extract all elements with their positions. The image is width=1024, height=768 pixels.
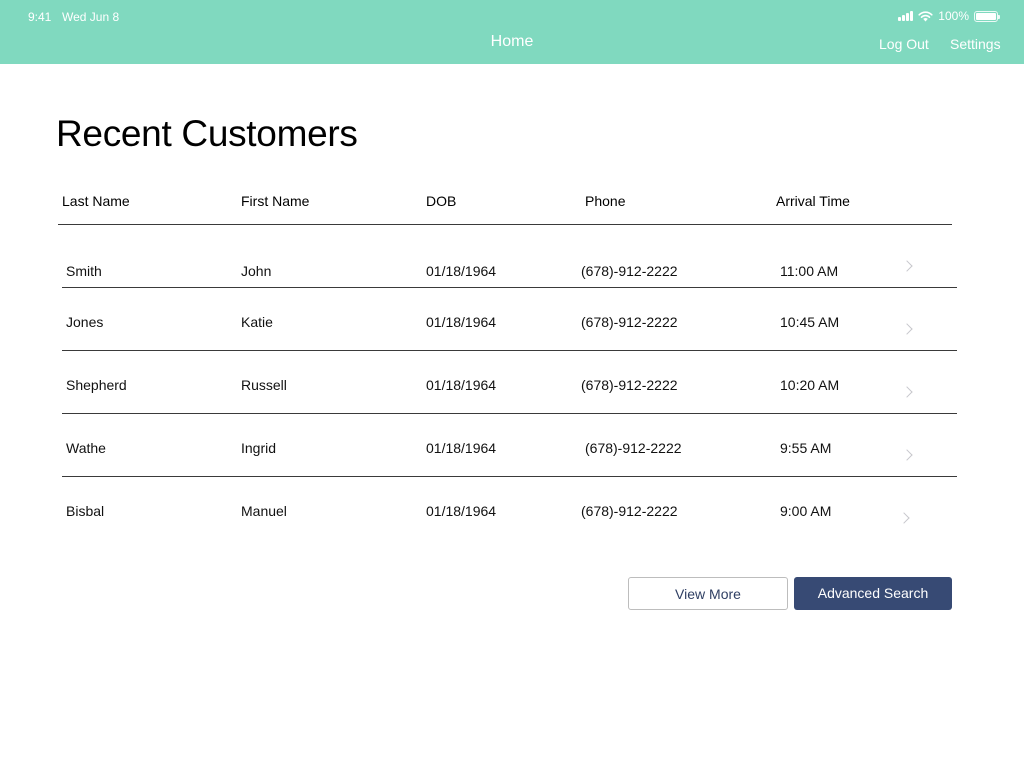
status-indicators: 100% <box>898 9 1000 23</box>
arrival-time-cell: 11:00 AM <box>780 263 839 279</box>
last-name-cell: Shepherd <box>66 377 127 393</box>
wifi-icon <box>918 10 933 21</box>
arrival-time-cell: 10:45 AM <box>780 314 840 330</box>
phone-cell: (678)-912-2222 <box>581 263 678 279</box>
last-name-cell: Wathe <box>66 440 106 456</box>
chevron-right-icon <box>901 386 913 398</box>
log-out-button[interactable]: Log Out <box>879 36 929 52</box>
customer-row[interactable]: Smith John 01/18/1964 (678)-912-2222 11:… <box>62 225 957 288</box>
chevron-right-icon <box>898 512 910 524</box>
page-title: Recent Customers <box>56 113 358 154</box>
battery-icon <box>974 10 1000 22</box>
arrival-time-cell: 10:20 AM <box>780 377 840 393</box>
arrival-time-cell: 9:00 AM <box>780 503 832 519</box>
column-header-phone: Phone <box>585 193 626 209</box>
first-name-cell: Russell <box>241 377 287 393</box>
column-header-first-name: First Name <box>241 193 310 209</box>
phone-cell: (678)-912-2222 <box>581 503 678 519</box>
phone-cell: (678)-912-2222 <box>581 377 678 393</box>
customer-row[interactable]: Bisbal Manuel 01/18/1964 (678)-912-2222 … <box>62 477 957 540</box>
customer-row[interactable]: Jones Katie 01/18/1964 (678)-912-2222 10… <box>62 288 957 351</box>
dob-cell: 01/18/1964 <box>426 440 497 456</box>
dob-cell: 01/18/1964 <box>426 263 497 279</box>
advanced-search-button[interactable]: Advanced Search <box>794 577 952 610</box>
battery-level <box>976 12 996 20</box>
first-name-cell: Manuel <box>241 503 287 519</box>
phone-cell: (678)-912-2222 <box>585 440 682 456</box>
customer-row[interactable]: Shepherd Russell 01/18/1964 (678)-912-22… <box>62 351 957 414</box>
last-name-cell: Jones <box>66 314 104 330</box>
phone-cell: (678)-912-2222 <box>581 314 678 330</box>
chevron-right-icon <box>901 323 913 335</box>
arrival-time-cell: 9:55 AM <box>780 440 832 456</box>
view-more-button[interactable]: View More <box>628 577 788 610</box>
first-name-cell: John <box>241 263 272 279</box>
first-name-cell: Katie <box>241 314 273 330</box>
column-header-arrival-time: Arrival Time <box>776 193 850 209</box>
chevron-right-icon <box>901 449 913 461</box>
settings-button[interactable]: Settings <box>950 36 1001 52</box>
first-name-cell: Ingrid <box>241 440 277 456</box>
dob-cell: 01/18/1964 <box>426 377 497 393</box>
nav-title: Home <box>490 33 534 50</box>
dob-cell: 01/18/1964 <box>426 314 497 330</box>
column-header-dob: DOB <box>426 193 457 209</box>
cellular-signal-icon <box>898 11 914 21</box>
column-header-last-name: Last Name <box>62 193 130 209</box>
dob-cell: 01/18/1964 <box>426 503 497 519</box>
customer-row[interactable]: Wathe Ingrid 01/18/1964 (678)-912-2222 9… <box>62 414 957 477</box>
status-time: 9:41 <box>28 10 52 24</box>
last-name-cell: Smith <box>66 263 102 279</box>
chevron-right-icon <box>901 260 913 272</box>
status-date: Wed Jun 8 <box>62 10 120 24</box>
last-name-cell: Bisbal <box>66 503 105 519</box>
navigation-bar: 9:41 Wed Jun 8 100% Home Log Out Setting… <box>0 0 1024 64</box>
battery-percentage: 100% <box>938 9 969 23</box>
